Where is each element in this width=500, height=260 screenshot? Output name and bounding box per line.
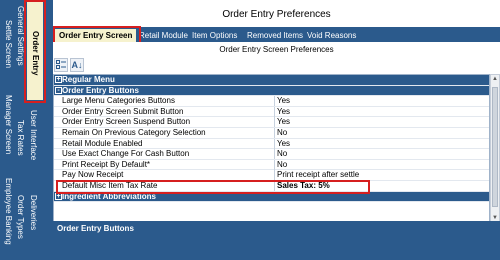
side-tab-user-interface[interactable]: User Interface — [29, 110, 38, 180]
window-header: Order Entry Preferences — [53, 0, 500, 27]
property-name: Large Menu Categories Buttons — [62, 96, 175, 106]
tab-removed-items[interactable]: Removed Items — [247, 29, 303, 42]
property-name: Use Exact Change For Cash Button — [62, 149, 190, 159]
pay-now-receipt-highlight — [56, 180, 370, 194]
property-name: Retail Module Enabled — [62, 138, 143, 148]
property-row[interactable]: Order Entry Screen Submit Button Yes — [54, 106, 489, 118]
side-tab-label: Employee Banking — [4, 178, 13, 245]
property-name: Print Receipt By Default* — [62, 159, 151, 169]
property-name: Order Entry Screen Suspend Button — [62, 117, 191, 127]
alphabetical-sort-icon[interactable]: A↓ — [70, 58, 84, 72]
collapse-icon[interactable]: - — [55, 86, 62, 94]
category-order-entry-buttons[interactable]: - Order Entry Buttons — [54, 85, 489, 97]
vertical-scrollbar[interactable]: ▲ ▼ — [490, 74, 500, 223]
property-row[interactable]: Use Exact Change For Cash Button No — [54, 149, 489, 160]
scroll-up-icon[interactable]: ▲ — [491, 75, 499, 83]
side-tab-label: Tax Rates — [16, 120, 25, 156]
property-value[interactable]: Yes — [274, 96, 484, 107]
side-tab-manager-screen[interactable]: Manager Screen — [4, 95, 13, 175]
property-value[interactable]: Yes — [274, 106, 484, 117]
property-value[interactable]: Print receipt after settle — [274, 170, 484, 181]
side-tab-tax-rates[interactable]: Tax Rates — [16, 120, 25, 180]
property-name: Remain On Previous Category Selection — [62, 128, 206, 137]
property-name: Order Entry Screen Submit Button — [62, 106, 184, 116]
side-tab-label: Settle Screen — [4, 20, 13, 69]
property-value[interactable]: No — [274, 149, 484, 160]
preferences-panel: Order Entry Screen Preferences A↓ + Regu… — [53, 42, 500, 260]
property-value[interactable]: Yes — [274, 117, 484, 128]
side-tab-deliveries[interactable]: Deliveries — [29, 195, 38, 255]
category-label: Order Entry Buttons — [62, 85, 139, 95]
description-panel: Order Entry Buttons — [53, 221, 500, 260]
property-row[interactable]: Remain On Previous Category Selection No — [54, 128, 489, 139]
side-tab-highlight — [24, 0, 46, 103]
tab-item-options[interactable]: Item Options — [192, 29, 237, 42]
property-toolbar: A↓ — [53, 56, 500, 74]
property-value[interactable]: No — [274, 159, 484, 170]
side-tab-order-types[interactable]: Order Types — [16, 195, 25, 255]
property-row[interactable]: Order Entry Screen Suspend Button Yes — [54, 117, 489, 128]
property-name: Pay Now Receipt — [62, 170, 124, 180]
property-row[interactable]: Print Receipt By Default* No — [54, 159, 489, 171]
property-value[interactable]: No — [274, 128, 484, 138]
description-title: Order Entry Buttons — [57, 224, 134, 233]
property-row[interactable]: Retail Module Enabled Yes — [54, 138, 489, 150]
panel-subtitle: Order Entry Screen Preferences — [219, 45, 334, 54]
property-row[interactable]: Large Menu Categories Buttons Yes — [54, 96, 489, 107]
tab-retail-module[interactable]: Retail Module — [139, 29, 188, 42]
scroll-thumb[interactable] — [492, 87, 498, 207]
category-regular-menu[interactable]: + Regular Menu — [54, 75, 489, 86]
category-label: Regular Menu — [62, 75, 115, 84]
expand-icon[interactable]: + — [55, 76, 62, 83]
property-grid: + Regular Menu - Order Entry Buttons Lar… — [53, 74, 490, 223]
side-tab-settle-screen[interactable]: Settle Screen — [4, 20, 13, 90]
side-tab-label: User Interface — [29, 110, 38, 161]
tab-void-reasons[interactable]: Void Reasons — [307, 29, 356, 42]
side-tab-label: Order Types — [16, 195, 25, 239]
side-tab-label: Deliveries — [29, 195, 38, 231]
side-tab-label: Manager Screen — [4, 95, 13, 155]
categorized-view-icon[interactable] — [54, 58, 68, 72]
property-value[interactable]: Yes — [274, 138, 484, 149]
page-title: Order Entry Preferences — [222, 9, 331, 20]
side-tab-employee-banking[interactable]: Employee Banking — [4, 178, 13, 258]
